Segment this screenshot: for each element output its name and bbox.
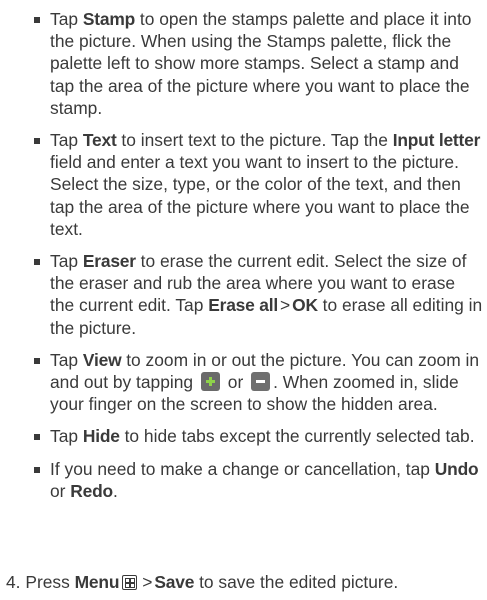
text: or — [50, 480, 71, 501]
redo-label: Redo — [70, 480, 113, 501]
eraser-label: Eraser — [82, 251, 136, 272]
zoom-out-minus-icon — [251, 372, 271, 392]
zoom-in-plus-icon — [200, 372, 220, 392]
hide-label: Hide — [82, 426, 120, 447]
text: Tap — [50, 349, 83, 370]
menu-label: Menu — [74, 572, 120, 592]
step-4: 4. Press Menu > Save to save the edited pi… — [6, 571, 486, 593]
bullet-square-icon — [34, 466, 40, 473]
text: Tap — [50, 9, 83, 29]
bullet-square-icon — [34, 17, 40, 23]
ok-label: OK — [292, 295, 318, 316]
save-label: Save — [154, 572, 195, 592]
menu-separator: > — [142, 572, 153, 592]
bullet-stamp: Tap Stamp to open the stamps palette and… — [34, 8, 484, 119]
text: field and enter a text you want to inser… — [50, 152, 470, 239]
input-letter-label: Input letter — [392, 130, 481, 151]
text: Press — [20, 572, 75, 592]
step-number: 4. — [6, 572, 21, 592]
text: to insert text to the picture. Tap the — [116, 130, 393, 151]
text: Tap — [50, 130, 83, 151]
bullet-hide: Tap Hide to hide tabs except the current… — [34, 425, 484, 447]
view-label: View — [82, 349, 122, 370]
bullet-square-icon — [34, 357, 40, 364]
bullet-eraser: Tap Eraser to erase the current edit. Se… — [34, 250, 484, 339]
bullet-view: Tap View to zoom in or out the picture. … — [34, 349, 484, 416]
bullet-text: Tap Text to insert text to the picture. … — [34, 129, 484, 240]
bullet-undo-redo: If you need to make a change or cancella… — [34, 458, 484, 502]
text: to hide tabs except the currently select… — [119, 426, 475, 447]
text: Tap — [50, 426, 83, 447]
bullet-square-icon — [34, 138, 40, 145]
text: If you need to make a change or cancella… — [50, 458, 435, 479]
undo-label: Undo — [434, 458, 479, 479]
text: . — [112, 480, 118, 501]
stamp-label: Stamp — [82, 9, 136, 29]
bullet-square-icon — [34, 259, 40, 266]
menu-grid-icon — [122, 575, 138, 590]
menu-separator: > — [279, 295, 291, 316]
manual-page: Tap Stamp to open the stamps palette and… — [0, 0, 487, 600]
instruction-bullet-list: Tap Stamp to open the stamps palette and… — [34, 8, 484, 512]
text: Tap — [50, 251, 83, 272]
erase-all-label: Erase all — [208, 295, 278, 316]
bullet-square-icon — [34, 434, 40, 441]
text: to save the edited picture. — [194, 572, 399, 592]
text: or — [222, 372, 249, 393]
text-label: Text — [82, 130, 117, 151]
